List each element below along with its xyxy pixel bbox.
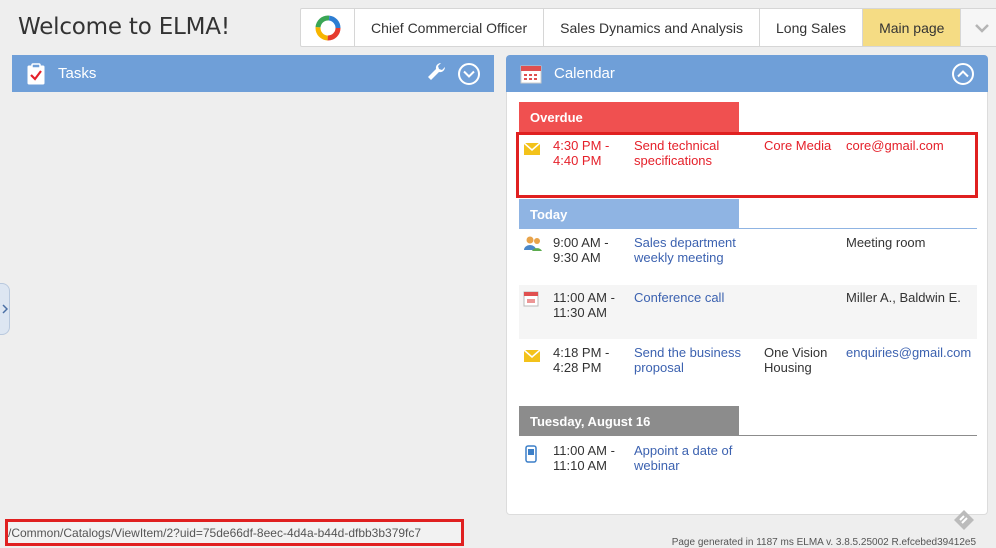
chevron-right-icon xyxy=(1,304,8,314)
wrench-settings-icon[interactable] xyxy=(426,61,448,87)
chevron-up-icon xyxy=(957,69,969,77)
calendar-header-icon xyxy=(520,64,542,84)
tab-chief-commercial-officer[interactable]: Chief Commercial Officer xyxy=(355,9,545,46)
section-divider xyxy=(739,435,977,436)
calendar-collapse-button[interactable] xyxy=(952,62,974,85)
highlight-box xyxy=(516,132,978,198)
calendar-event-row[interactable]: 9:00 AM - 9:30 AM Sales department weekl… xyxy=(519,230,977,282)
section-today: Today xyxy=(519,199,739,229)
section-overdue: Overdue xyxy=(519,102,739,132)
clipboard-check-icon xyxy=(26,62,46,85)
calendar-event-row[interactable]: 4:18 PM - 4:28 PM Send the business prop… xyxy=(519,341,977,395)
status-bar-url: /Common/Catalogs/ViewItem/2?uid=75de66df… xyxy=(5,519,464,546)
event-location: Meeting room xyxy=(846,235,926,250)
tab-sales-dynamics[interactable]: Sales Dynamics and Analysis xyxy=(544,9,760,46)
page-title: Welcome to ELMA! xyxy=(18,14,230,40)
section-upcoming: Tuesday, August 16 xyxy=(519,406,739,436)
calendar-event-row[interactable]: 11:00 AM - 11:10 AM Appoint a date of we… xyxy=(519,440,977,492)
tab-main-page[interactable]: Main page xyxy=(863,9,962,46)
calendar-title: Calendar xyxy=(554,65,615,82)
event-time: 4:18 PM - 4:28 PM xyxy=(553,345,610,375)
feedback-icon[interactable] xyxy=(952,508,976,537)
side-panel-toggle[interactable] xyxy=(0,283,10,335)
event-participants: Miller A., Baldwin E. xyxy=(846,290,961,305)
calendar-event-row[interactable]: 11:00 AM - 11:30 AM Conference call Mill… xyxy=(519,285,977,339)
calendar-icon xyxy=(523,291,539,310)
event-time: 11:00 AM - 11:10 AM xyxy=(553,443,615,473)
event-title-link[interactable]: Send the business proposal xyxy=(634,345,754,375)
event-time: 11:00 AM - 11:30 AM xyxy=(553,290,615,320)
top-navigation: Chief Commercial Officer Sales Dynamics … xyxy=(300,8,996,47)
envelope-icon xyxy=(523,347,541,366)
tab-long-sales[interactable]: Long Sales xyxy=(760,9,864,46)
more-tabs-button[interactable] xyxy=(961,9,996,46)
footer-generation-info: Page generated in 1187 ms ELMA v. 3.8.5.… xyxy=(671,537,976,548)
tasks-portlet-header: Tasks xyxy=(12,55,494,92)
event-time: 9:00 AM - 9:30 AM xyxy=(553,235,609,265)
phone-icon xyxy=(525,445,537,466)
event-organization: One Vision Housing xyxy=(764,345,828,375)
section-divider xyxy=(739,228,977,229)
elma-logo-icon xyxy=(315,15,340,40)
event-title-link[interactable]: Appoint a date of webinar xyxy=(634,443,754,473)
elma-logo-button[interactable] xyxy=(301,9,355,46)
tasks-collapse-button[interactable] xyxy=(458,62,480,85)
chevron-down-icon xyxy=(463,70,475,78)
event-title-link[interactable]: Conference call xyxy=(634,290,754,305)
tasks-title: Tasks xyxy=(58,65,97,82)
event-title-link[interactable]: Sales department weekly meeting xyxy=(634,235,754,265)
calendar-body: Overdue 4:30 PM - 4:40 PM Send technical… xyxy=(506,92,988,515)
people-icon xyxy=(523,235,543,256)
chevron-down-icon xyxy=(975,23,990,33)
event-contact-link[interactable]: enquiries@gmail.com xyxy=(846,345,978,360)
calendar-portlet-header: Calendar xyxy=(506,55,988,92)
